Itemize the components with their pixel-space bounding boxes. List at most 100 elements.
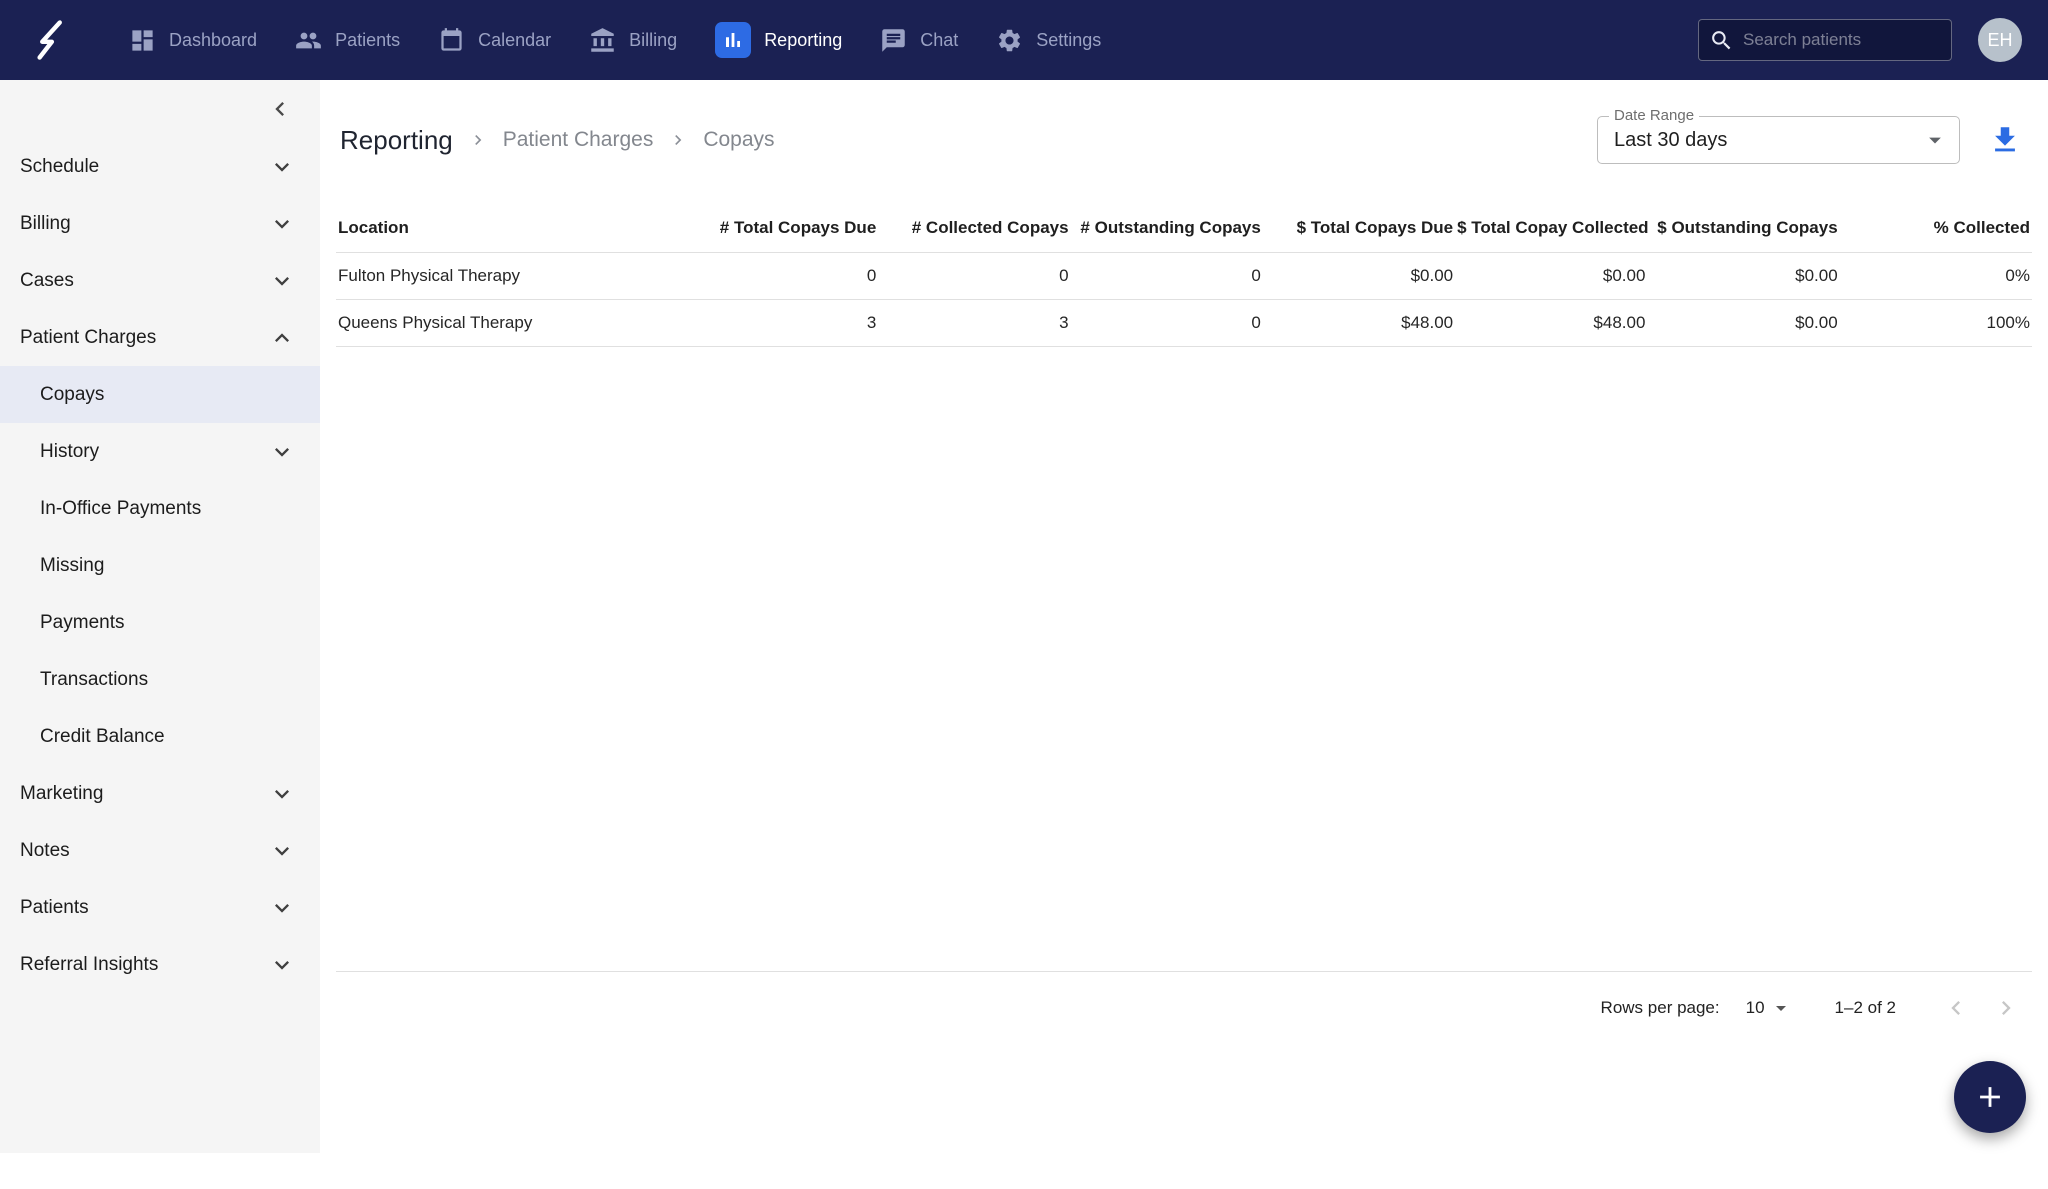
chevron-down-icon [268, 837, 296, 865]
dashboard-icon [129, 27, 156, 54]
column-header-total-copay-collected: $ Total Copay Collected [1455, 204, 1649, 253]
sidebar-item-marketing[interactable]: Marketing [0, 765, 320, 822]
nav-label: Settings [1036, 29, 1102, 50]
calendar-icon [438, 27, 465, 54]
sidebar-item-schedule[interactable]: Schedule [0, 138, 320, 195]
table-cell: Queens Physical Therapy [336, 299, 686, 347]
chevron-right-icon [1992, 994, 2020, 1022]
top-navigation-bar: Dashboard Patients Calendar Billing Repo… [0, 0, 2048, 80]
sidebar-collapse-button[interactable] [266, 95, 294, 123]
table-cell: $0.00 [1647, 252, 1840, 300]
sidebar-item-missing[interactable]: Missing [0, 537, 320, 594]
nav-item-settings[interactable]: Settings [977, 0, 1120, 80]
column-header-percent-collected: % Collected [1839, 204, 2032, 253]
table-empty-space [336, 347, 2032, 971]
sidebar-item-patient-charges[interactable]: Patient Charges [0, 309, 320, 366]
sidebar-item-patients[interactable]: Patients [0, 879, 320, 936]
nav-item-dashboard[interactable]: Dashboard [110, 0, 276, 80]
chat-icon [880, 27, 907, 54]
date-range-label: Date Range [1609, 107, 1700, 124]
sidebar-item-cases[interactable]: Cases [0, 252, 320, 309]
breadcrumb-reporting[interactable]: Reporting [340, 125, 453, 156]
sidebar-item-label: Schedule [20, 155, 100, 177]
app-logo[interactable] [26, 15, 76, 65]
nav-item-patients[interactable]: Patients [276, 0, 419, 80]
sidebar-item-transactions[interactable]: Transactions [0, 651, 320, 708]
nav-item-chat[interactable]: Chat [861, 0, 977, 80]
search-input[interactable] [1743, 30, 1941, 50]
date-range-select[interactable]: Date Range Last 30 days [1597, 107, 1960, 164]
sidebar-item-label: In-Office Payments [40, 497, 202, 519]
sidebar-item-notes[interactable]: Notes [0, 822, 320, 879]
sidebar-collapse-row [0, 80, 320, 138]
download-button[interactable] [1988, 123, 2022, 157]
sidebar-item-label: Patient Charges [20, 326, 157, 348]
table-row: Fulton Physical Therapy 0 0 0 $0.00 $0.0… [336, 252, 2032, 300]
main-content: Reporting Patient Charges Copays Date Ra… [320, 107, 2048, 1189]
table-cell: 0 [878, 252, 1071, 300]
chevron-left-icon [1942, 994, 1970, 1022]
sidebar-item-in-office-payments[interactable]: In-Office Payments [0, 480, 320, 537]
chevron-down-icon [268, 780, 296, 808]
bank-icon [589, 27, 616, 54]
column-header-num-outstanding-copays: # Outstanding Copays [1070, 204, 1263, 253]
nav-label: Dashboard [169, 29, 258, 50]
lightning-bolt-icon [30, 19, 72, 61]
search-icon [1709, 28, 1734, 53]
copays-table: Location # Total Copays Due # Collected … [336, 204, 2032, 347]
main-nav: Dashboard Patients Calendar Billing Repo… [110, 0, 1120, 80]
breadcrumb-copays[interactable]: Copays [703, 128, 774, 152]
sidebar-item-label: Referral Insights [20, 953, 159, 975]
table-cell: 100% [1839, 299, 2032, 347]
sidebar-item-credit-balance[interactable]: Credit Balance [0, 708, 320, 765]
table-cell: $0.00 [1455, 252, 1648, 300]
previous-page-button[interactable] [1942, 994, 1970, 1022]
table-cell: Fulton Physical Therapy [336, 252, 686, 300]
nav-item-reporting[interactable]: Reporting [696, 0, 861, 80]
nav-item-billing[interactable]: Billing [570, 0, 696, 80]
sidebar-item-label: History [40, 440, 100, 462]
sidebar-item-copays[interactable]: Copays [0, 366, 320, 423]
table-cell: $48.00 [1455, 299, 1648, 347]
add-button[interactable] [1954, 1061, 2026, 1133]
sidebar-item-label: Missing [40, 554, 105, 576]
rows-per-page-label: Rows per page: [1600, 997, 1720, 1017]
date-range-value: Last 30 days [1614, 128, 1728, 151]
header-actions: Date Range Last 30 days [1597, 107, 2022, 164]
dropdown-arrow-icon [1769, 996, 1793, 1020]
sidebar-item-label: Notes [20, 839, 70, 861]
chevron-right-icon [468, 130, 488, 150]
nav-label: Chat [920, 29, 959, 50]
nav-label: Patients [335, 29, 401, 50]
table-cell: $0.00 [1647, 299, 1840, 347]
chevron-down-icon [268, 951, 296, 979]
chevron-right-icon [668, 130, 688, 150]
column-header-location: Location [336, 204, 686, 253]
sidebar-item-label: Cases [20, 269, 74, 291]
table-cell: 3 [686, 299, 879, 347]
sidebar: Schedule Billing Cases Patient Charges C… [0, 80, 320, 1153]
breadcrumb-patient-charges[interactable]: Patient Charges [503, 128, 654, 152]
chevron-left-icon [266, 95, 294, 123]
table-row: Queens Physical Therapy 3 3 0 $48.00 $48… [336, 299, 2032, 347]
gear-icon [996, 27, 1023, 54]
table-cell: 0 [686, 252, 879, 300]
rows-per-page-select[interactable]: 10 [1746, 996, 1793, 1020]
user-avatar[interactable]: EH [1978, 18, 2022, 62]
sidebar-item-label: Patients [20, 896, 89, 918]
next-page-button[interactable] [1992, 994, 2020, 1022]
sidebar-item-billing[interactable]: Billing [0, 195, 320, 252]
table-cell: 3 [878, 299, 1071, 347]
column-header-num-collected-copays: # Collected Copays [878, 204, 1071, 253]
sidebar-item-label: Billing [20, 212, 71, 234]
table-header-row: Location # Total Copays Due # Collected … [336, 204, 2032, 253]
avatar-initials: EH [1987, 29, 2013, 50]
table-cell: $48.00 [1262, 299, 1456, 347]
sidebar-item-history[interactable]: History [0, 423, 320, 480]
nav-label: Calendar [478, 29, 552, 50]
sidebar-item-referral-insights[interactable]: Referral Insights [0, 936, 320, 993]
sidebar-item-payments[interactable]: Payments [0, 594, 320, 651]
nav-item-calendar[interactable]: Calendar [419, 0, 570, 80]
nav-label: Billing [629, 29, 678, 50]
column-header-num-total-copays-due: # Total Copays Due [686, 204, 879, 253]
